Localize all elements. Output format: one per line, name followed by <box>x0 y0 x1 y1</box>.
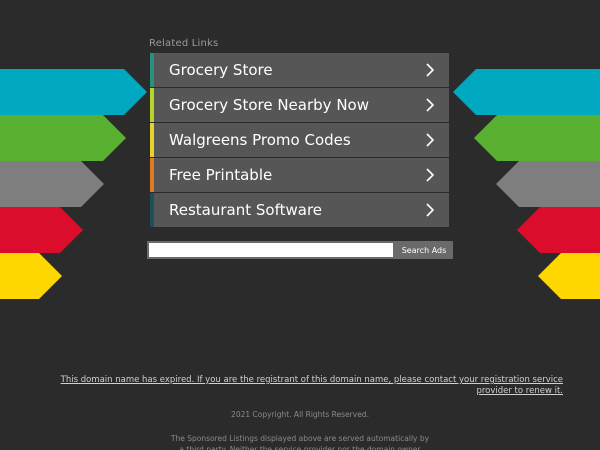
expired-domain-notice-link[interactable]: This domain name has expired. If you are… <box>23 375 563 397</box>
decorative-arrow-right-yellow <box>538 253 600 299</box>
related-link-label: Grocery Store Nearby Now <box>169 96 369 114</box>
link-accent-stripe <box>150 88 154 122</box>
link-accent-stripe <box>150 53 154 87</box>
related-links-header: Related Links <box>149 38 219 49</box>
decorative-arrow-left-red <box>0 207 83 253</box>
page: Related Links Grocery Store Grocery Stor… <box>0 0 600 450</box>
decorative-arrow-right-green <box>474 115 600 161</box>
search-bar: Search Ads <box>147 241 453 259</box>
chevron-right-icon <box>426 168 435 182</box>
decorative-arrow-right-cyan <box>453 69 600 115</box>
sponsored-listings-disclaimer: The Sponsored Listings displayed above a… <box>170 434 430 450</box>
chevron-right-icon <box>426 203 435 217</box>
chevron-right-icon <box>426 63 435 77</box>
related-link-label: Restaurant Software <box>169 201 323 219</box>
related-link-label: Walgreens Promo Codes <box>169 131 351 149</box>
decorative-arrow-right-gray <box>496 161 600 207</box>
copyright-text: 2021 Copyright. All Rights Reserved. <box>231 410 369 419</box>
related-link-label: Grocery Store <box>169 61 273 79</box>
decorative-arrow-left-green <box>0 115 126 161</box>
chevron-right-icon <box>426 98 435 112</box>
search-ads-button[interactable]: Search Ads <box>395 241 453 259</box>
related-link-restaurant-software[interactable]: Restaurant Software <box>150 193 449 227</box>
decorative-arrow-right-red <box>517 207 600 253</box>
related-link-free-printable[interactable]: Free Printable <box>150 158 449 192</box>
related-links-list: Grocery Store Grocery Store Nearby Now W… <box>150 53 449 228</box>
related-link-walgreens-promo-codes[interactable]: Walgreens Promo Codes <box>150 123 449 157</box>
decorative-arrow-left-yellow <box>0 253 62 299</box>
link-accent-stripe <box>150 123 154 157</box>
link-accent-stripe <box>150 193 154 227</box>
related-link-grocery-store-nearby-now[interactable]: Grocery Store Nearby Now <box>150 88 449 122</box>
link-accent-stripe <box>150 158 154 192</box>
chevron-right-icon <box>426 133 435 147</box>
decorative-arrow-left-gray <box>0 161 104 207</box>
related-link-label: Free Printable <box>169 166 273 184</box>
decorative-arrow-left-cyan <box>0 69 147 115</box>
search-input[interactable] <box>149 243 393 257</box>
related-link-grocery-store[interactable]: Grocery Store <box>150 53 449 87</box>
